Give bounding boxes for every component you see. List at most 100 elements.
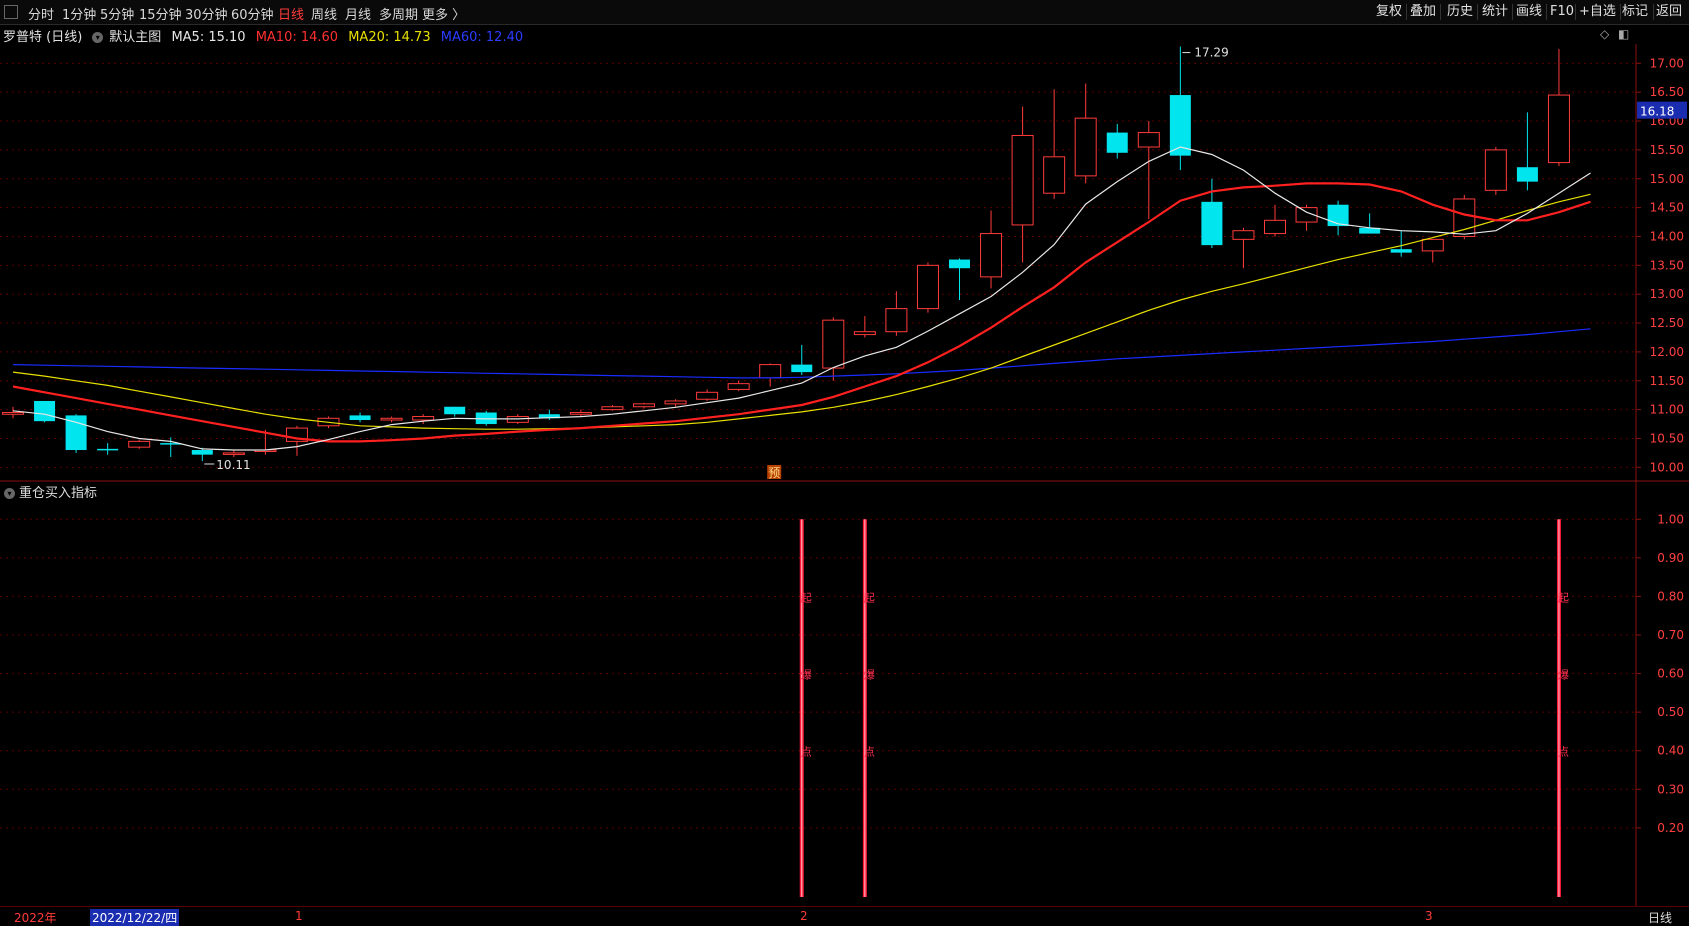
year-label: 2022年 [14,911,57,925]
draw-button[interactable]: 画线 [1516,3,1542,21]
ma10-value: MA10: 14.60 [255,30,339,45]
price-tick-label: 10.50 [1650,431,1684,445]
candle-body [949,259,970,269]
window-icon[interactable] [4,5,18,19]
price-tick-label: 11.50 [1650,374,1684,388]
month-tick-2: 2 [800,909,808,923]
signal-bar-text: 起 [801,591,812,604]
indicator-tick-label: 0.50 [1657,705,1684,719]
ma5-value: MA5: 15.10 [171,30,246,45]
month-tick-3: 3 [1425,909,1433,923]
candle-body [853,331,876,336]
indicator-tick-label: 0.20 [1657,821,1684,835]
period-5min[interactable]: 5分钟 [100,4,134,23]
candle-body [569,412,592,415]
signal-bar-text: 爆 [1558,668,1569,682]
candle-body [759,364,782,379]
price-tick-label: 13.50 [1650,258,1684,272]
price-tick-label: 14.00 [1650,229,1684,243]
candle-body [1516,167,1538,182]
candle-body [412,416,435,421]
candle-body [444,406,466,415]
toolbar: 分时 1分钟 5分钟 15分钟 30分钟 60分钟 日线 周线 月线 多周期 更… [0,0,1689,25]
signal-bar-text: 点 [801,746,812,759]
low-price-label: 10.11 [216,458,250,472]
candle-body [1484,149,1507,191]
candle-body [1547,94,1570,164]
main-chart-header: 罗普特 (日线) ▾ 默认主图 MA5: 15.10 MA10: 14.60 MA2… [0,26,529,45]
price-tick-label: 10.00 [1650,460,1684,474]
period-more[interactable]: 更多 〉 [422,4,465,23]
diamond-icon[interactable]: ◇ [1600,27,1609,41]
ma20-line [12,193,1591,430]
signal-bar-text: 起 [1558,591,1569,604]
month-tick-1: 1 [295,909,303,923]
period-15min[interactable]: 15分钟 [139,4,182,23]
indicator-tick-label: 0.40 [1657,744,1684,758]
candle-body [1201,201,1223,246]
period-1min[interactable]: 1分钟 [62,4,96,23]
collapse-icon[interactable]: ▾ [4,488,15,499]
mark-button[interactable]: 标记 [1622,3,1648,21]
candle-body [885,308,908,333]
candle-body [1327,204,1349,227]
indicator-tick-label: 0.60 [1657,667,1684,681]
back-button[interactable]: 返回 [1656,3,1682,21]
date-axis-bar: 2022年 2022/12/22/四 1 2 3 日线 [0,906,1689,926]
candle-body [1421,238,1444,252]
period-60min[interactable]: 60分钟 [231,4,274,23]
period-30min[interactable]: 30分钟 [185,4,228,23]
indicator-tick-label: 0.80 [1657,589,1684,603]
f10-button[interactable]: F10 [1550,3,1574,21]
candle-body [380,417,403,421]
candle-body [1264,219,1286,235]
ma10-line [12,182,1591,443]
candle-body [2,412,24,415]
indicator-tick-label: 0.30 [1657,782,1684,796]
signal-bar-text: 点 [1558,746,1569,759]
candle-body [97,448,119,451]
price-tick-label: 15.00 [1650,172,1684,186]
fuquan-button[interactable]: 复权 [1376,3,1402,21]
history-button[interactable]: 历史 [1447,3,1473,21]
candle-body [191,450,213,455]
candle-body [1106,132,1128,153]
period-weekly[interactable]: 周线 [311,4,337,23]
period-monthly[interactable]: 月线 [345,4,371,23]
cursor-date-label: 2022/12/22/四 [90,909,180,926]
indicator-tick-label: 0.70 [1657,628,1684,642]
high-price-label: 17.29 [1194,46,1228,60]
signal-bar-text: 点 [864,746,875,759]
period-daily[interactable]: 日线 [278,4,304,23]
candle-body [822,319,845,369]
period-multi[interactable]: 多周期 [379,4,418,23]
candle-body [791,364,813,373]
candle-body [222,452,245,455]
price-tick-label: 17.00 [1650,56,1684,70]
period-fenshi[interactable]: 分时 [28,4,54,23]
add-watch-button[interactable]: +自选 [1579,3,1616,21]
price-tick-label: 12.50 [1650,316,1684,330]
overlay-button[interactable]: 叠加 [1410,3,1436,21]
price-tick-label: 12.00 [1650,345,1684,359]
price-tick-label: 11.00 [1650,403,1684,417]
indicator-tick-label: 0.90 [1657,551,1684,565]
candle-body [128,440,151,448]
price-tick-label: 14.50 [1650,201,1684,215]
candle-body [1043,156,1066,194]
kline-chart[interactable]: 17.0016.5016.0015.5015.0014.5014.0013.50… [0,0,1689,925]
price-tick-label: 13.00 [1650,287,1684,301]
stats-button[interactable]: 统计 [1482,3,1508,21]
template-name[interactable]: 默认主图 [109,30,161,45]
forecast-marker-label: 预 [768,466,780,480]
stock-title: 罗普特 (日线) [3,30,83,45]
candle-body [916,264,939,310]
candle-body [1074,117,1097,177]
candle-body [1011,134,1034,226]
dropdown-icon[interactable]: ▾ [92,32,104,43]
candle-body [1137,132,1160,148]
candle-body [633,403,655,408]
indicator-title: 重仓买入指标 [19,486,98,501]
panel-toggle-icon[interactable]: ◧ [1618,27,1629,41]
ma60-value: MA60: 12.40 [440,30,524,45]
